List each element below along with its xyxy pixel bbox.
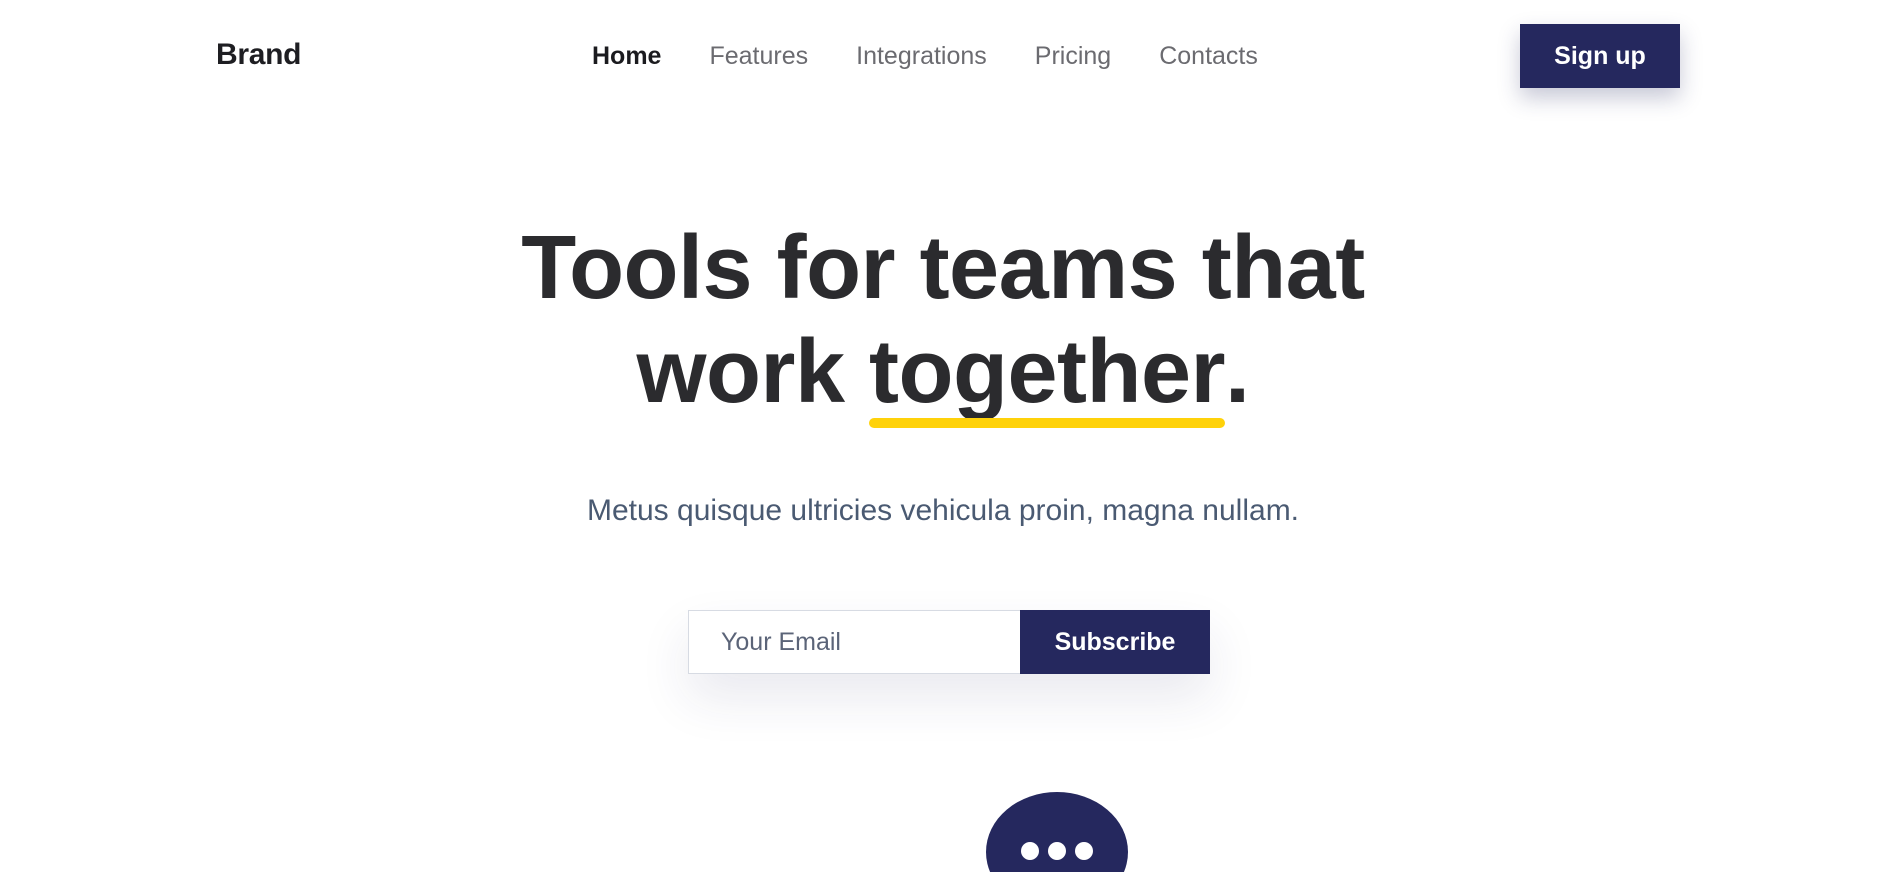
nav-features[interactable]: Features bbox=[709, 40, 808, 72]
chat-dot bbox=[1075, 842, 1093, 860]
hero-title-suffix: . bbox=[1225, 322, 1250, 422]
sign-up-button[interactable]: Sign up bbox=[1520, 24, 1680, 88]
top-navbar: Brand Home Features Integrations Pricing… bbox=[0, 0, 1886, 112]
chat-dot bbox=[1048, 842, 1066, 860]
subscribe-button[interactable]: Subscribe bbox=[1020, 610, 1210, 674]
hero-title: Tools for teams that work together. bbox=[0, 216, 1886, 428]
landing-page: Brand Home Features Integrations Pricing… bbox=[0, 0, 1886, 872]
hero-title-highlight: together bbox=[869, 322, 1226, 428]
hero-title-line1: Tools for teams that bbox=[521, 218, 1365, 318]
nav-pricing[interactable]: Pricing bbox=[1035, 40, 1111, 72]
nav-integrations[interactable]: Integrations bbox=[856, 40, 987, 72]
nav-contacts[interactable]: Contacts bbox=[1159, 40, 1258, 72]
email-input[interactable] bbox=[688, 610, 1020, 674]
brand-logo[interactable]: Brand bbox=[216, 38, 301, 72]
main-nav: Home Features Integrations Pricing Conta… bbox=[592, 40, 1306, 72]
hero-subtitle: Metus quisque ultricies vehicula proin, … bbox=[586, 494, 1300, 527]
chat-dots-icon bbox=[1021, 842, 1039, 860]
nav-home[interactable]: Home bbox=[592, 40, 661, 72]
hero-title-line2-prefix: work bbox=[636, 322, 870, 422]
subscribe-form: Subscribe bbox=[688, 610, 1210, 674]
chat-widget-button[interactable] bbox=[986, 792, 1128, 872]
